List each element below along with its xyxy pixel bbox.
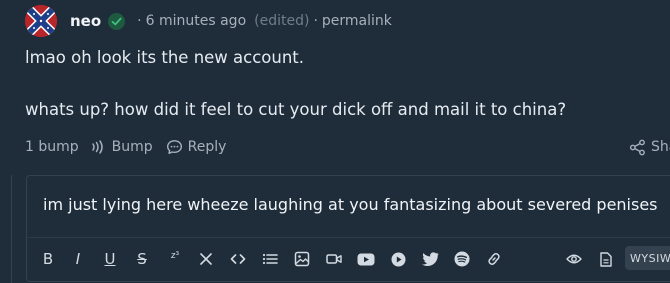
reply-button[interactable]: Reply [166,139,227,155]
username[interactable]: neo [70,12,101,30]
comment-header: neo · 6 minutes ago (edited) · permalink [25,4,392,38]
strikethrough-button[interactable]: S [135,250,149,268]
twitter-icon[interactable] [421,250,439,268]
share-icon [629,139,645,155]
spotify-icon[interactable] [453,250,471,268]
permalink-link[interactable]: permalink [322,13,392,29]
comment-body-line: whats up? how did it feel to cut your di… [25,100,567,119]
youtube-icon[interactable] [357,250,375,268]
share-label: Sha [651,139,670,155]
bump-label: Bump [111,139,153,155]
underline-button[interactable]: U [103,250,117,268]
comment-actions: 1 bump Bump Reply [25,137,226,157]
list-icon[interactable] [261,250,279,268]
italic-button[interactable]: I [72,250,84,268]
edited-label: (edited) [254,13,310,29]
bump-button[interactable]: Bump [91,139,153,155]
comment-meta: · 6 minutes ago (edited) · permalink [133,13,392,29]
separator-dot: · [313,13,318,29]
reply-editor[interactable]: im just lying here wheeze laughing at yo… [26,175,670,282]
superscript-button[interactable]: z³ [167,247,183,265]
bump-icon [91,140,103,154]
code-icon[interactable] [229,250,247,268]
speech-bubble-icon [166,140,182,154]
clear-format-icon[interactable] [198,250,214,268]
timestamp: 6 minutes ago [145,13,247,29]
video-icon[interactable] [325,250,343,268]
comment: neo · 6 minutes ago (edited) · permalink… [0,0,670,283]
document-icon[interactable] [597,250,613,268]
play-circle-icon[interactable] [389,250,407,268]
check-badge-icon [108,12,126,30]
confederate-flag-avatar-image [25,5,57,37]
thread-line[interactable] [11,175,12,283]
reply-label: Reply [187,139,227,155]
editor-mode-toggle[interactable]: WYSIW [625,246,670,270]
comment-body-line: lmao oh look its the new account. [25,48,305,67]
separator-dot: · [137,13,142,29]
share-button[interactable]: Sha [629,137,670,157]
avatar[interactable] [25,5,57,37]
bold-button[interactable]: B [41,250,55,268]
editor-toolbar: B I U S z³ WYSIW [27,237,670,281]
link-icon[interactable] [485,250,503,268]
bump-count[interactable]: 1 bump [25,139,79,155]
reply-input[interactable]: im just lying here wheeze laughing at yo… [43,195,658,214]
eye-icon[interactable] [565,250,583,268]
image-icon[interactable] [293,250,311,268]
